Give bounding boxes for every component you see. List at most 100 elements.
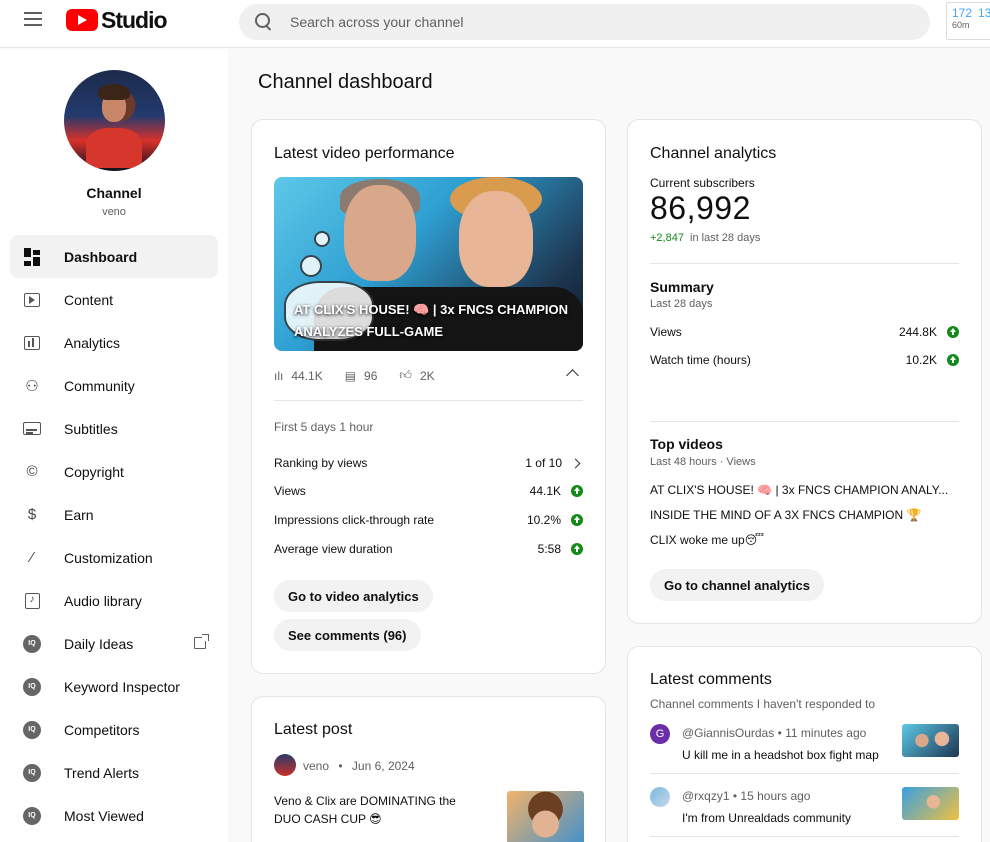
comment-meta: @GiannisOurdas • 11 minutes ago [682,726,867,740]
metric-ctr: Impressions click-through rate 10.2% [274,513,583,527]
trend-up-icon [571,514,583,526]
extension-icon: IQ [22,720,42,740]
likes-count: 2K [419,368,435,383]
card-title: Channel analytics [650,145,777,162]
video-thumbnail[interactable]: AT CLIX'S HOUSE! 🧠 | 3x FNCS CHAMPION AN… [274,177,583,351]
search-icon[interactable] [255,13,273,31]
top-videos-period: Last 48 hours · Views [650,456,756,468]
menu-icon[interactable] [24,12,42,28]
chevron-right-icon[interactable] [570,458,581,468]
trend-up-icon [947,354,959,366]
metric-value: 44.1K [529,484,561,498]
trend-up-icon [571,543,583,555]
trend-up-icon [571,485,583,497]
comment-user: @rxqzy1 [682,789,730,803]
sidebar-item-audio-library[interactable]: ♪ Audio library [10,579,218,622]
collapse-chevron-icon[interactable] [566,369,579,382]
sidebar-item-community[interactable]: ⚇ Community [10,364,218,407]
sidebar-item-dashboard[interactable]: Dashboard [10,235,218,278]
divider [274,400,583,401]
metric-avd: Average view duration 5:58 [274,542,583,556]
top-video-item[interactable]: CLIX woke me up😴 [650,533,764,547]
latest-post-card: Latest post veno • Jun 6, 2024 Veno & Cl… [251,696,606,842]
youtube-logo-icon [66,9,98,31]
sidebar-item-label: Dashboard [64,248,138,265]
audio-library-icon: ♪ [22,591,42,611]
metric-value: 5:58 [537,542,561,556]
sidebar-item-competitors[interactable]: IQ Competitors [10,708,218,751]
sidebar-item-daily-ideas[interactable]: IQ Daily Ideas [10,622,218,665]
logo-text: Studio [101,6,168,33]
divider [650,773,959,774]
card-title: Latest comments [650,671,772,688]
go-to-video-analytics-button[interactable]: Go to video analytics [274,580,433,612]
sidebar-item-earn[interactable]: $ Earn [10,493,218,536]
realtime-widget[interactable]: 172 13 60m [946,2,990,40]
sidebar-item-label: Customization [64,549,153,566]
thumbnail-title: AT CLIX'S HOUSE! 🧠 | 3x FNCS CHAMPION AN… [294,302,569,339]
comment-item[interactable]: G @GiannisOurdas • 11 minutes ago U kill… [650,724,959,772]
go-to-channel-analytics-button[interactable]: Go to channel analytics [650,569,824,601]
sidebar-nav: Dashboard Content Analytics ⚇ Community … [10,235,218,837]
sidebar-item-most-viewed[interactable]: IQ Most Viewed [10,794,218,837]
comment-video-thumbnail[interactable] [902,787,959,820]
views-count: 44.1K [291,368,323,383]
post-date: Jun 6, 2024 [351,759,415,773]
top-videos-title: Top videos [650,436,723,452]
card-title: Latest video performance [274,145,455,162]
realtime-value-2: 13 [978,6,990,20]
metric-views: Views 44.1K [274,484,583,498]
sidebar-item-trend-alerts[interactable]: IQ Trend Alerts [10,751,218,794]
top-video-item[interactable]: AT CLIX'S HOUSE! 🧠 | 3x FNCS CHAMPION AN… [650,483,948,497]
post-author: veno [303,759,330,773]
subscriber-change-period: in last 28 days [690,232,761,244]
divider [650,421,959,422]
subscribers-label: Current subscribers [650,176,755,190]
copyright-icon: © [26,463,38,480]
realtime-value-1: 172 [952,6,973,20]
sidebar: Channel veno Dashboard Content Analytics… [0,49,228,842]
subscriber-change-value: +2,847 [650,232,684,244]
comment-video-thumbnail[interactable] [902,724,959,757]
summary-label: Views [650,325,682,339]
comment-text: U kill me in a headshot box fight map [682,748,879,762]
views-icon: ılı [274,368,284,383]
sidebar-item-analytics[interactable]: Analytics [10,321,218,364]
sidebar-item-keyword-inspector[interactable]: IQ Keyword Inspector [10,665,218,708]
search-input[interactable] [290,14,890,30]
post-meta: veno • Jun 6, 2024 [303,759,415,773]
see-comments-button[interactable]: See comments (96) [274,619,421,651]
sidebar-item-label: Daily Ideas [64,635,134,652]
sidebar-item-label: Audio library [64,592,142,609]
summary-label: Watch time (hours) [650,353,751,367]
metric-label: Average view duration [274,542,393,556]
sidebar-item-label: Most Viewed [64,807,144,824]
comment-user: @GiannisOurdas [682,726,775,740]
comments-subtitle: Channel comments I haven't responded to [650,697,876,711]
sidebar-item-content[interactable]: Content [10,278,218,321]
post-image[interactable] [507,791,584,842]
channel-name: Channel [86,185,142,201]
metric-ranking[interactable]: Ranking by views 1 of 10 [274,456,583,470]
summary-value: 244.8K [898,325,937,339]
sidebar-item-label: Content [64,291,114,308]
sidebar-item-label: Competitors [64,721,140,738]
analytics-icon [22,333,42,353]
extension-icon: IQ [22,763,42,783]
post-author-avatar [274,754,296,776]
sidebar-item-copyright[interactable]: © Copyright [10,450,218,493]
top-video-item[interactable]: INSIDE THE MIND OF A 3X FNCS CHAMPION 🏆 [650,508,921,522]
commenter-avatar: G [650,724,670,744]
comment-item[interactable]: @rxqzy1 • 15 hours ago I'm from Unrealda… [650,787,959,835]
external-link-icon[interactable] [194,634,209,649]
dashboard-icon [22,247,42,267]
sidebar-item-subtitles[interactable]: Subtitles [10,407,218,450]
channel-avatar[interactable] [64,70,165,171]
studio-logo[interactable]: Studio [66,6,168,33]
sidebar-item-label: Subtitles [64,420,118,437]
search-bar[interactable] [239,4,930,40]
top-bar: Studio 172 13 60m [0,0,990,48]
page-title: Channel dashboard [258,71,433,93]
sidebar-item-customization[interactable]: ⁄ Customization [10,536,218,579]
period-label: First 5 days 1 hour [274,420,374,434]
